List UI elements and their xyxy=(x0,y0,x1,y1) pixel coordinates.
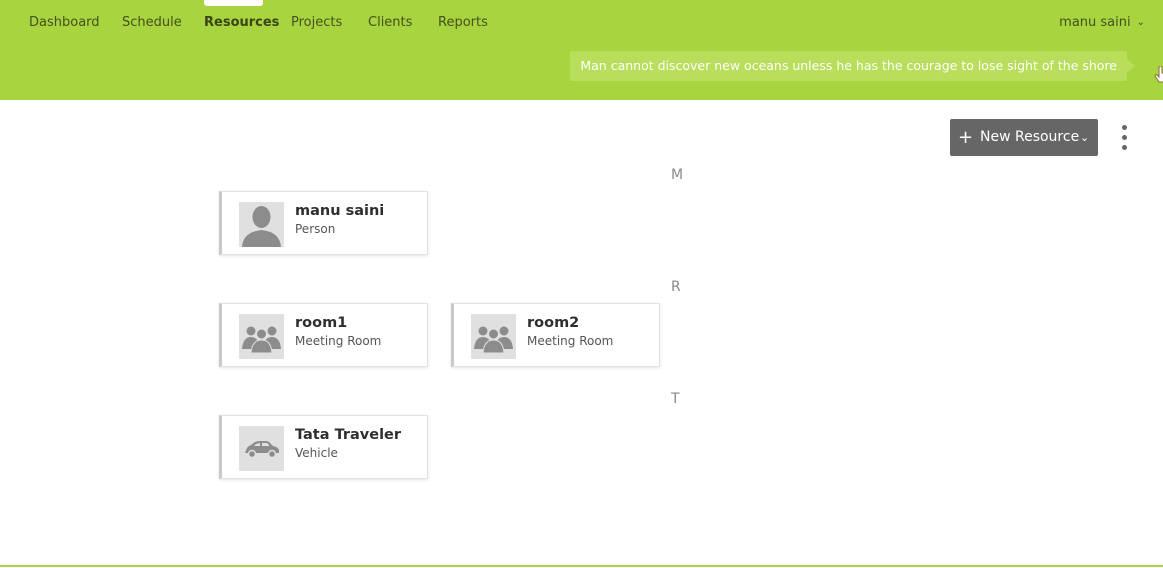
group-letter-t: T xyxy=(671,391,680,407)
new-resource-label: New Resource xyxy=(980,129,1080,145)
user-name: manu saini xyxy=(1059,15,1131,30)
group-icon xyxy=(239,314,284,359)
chevron-down-icon: ⌄ xyxy=(1136,17,1145,28)
resource-card[interactable]: manu saini Person xyxy=(219,191,428,255)
group-letter-m: M xyxy=(671,167,684,183)
nav-reports[interactable]: Reports xyxy=(438,15,488,30)
resource-card[interactable]: Tata Traveler Vehicle xyxy=(219,415,428,479)
group-letter-r: R xyxy=(671,279,681,295)
resource-name: manu saini xyxy=(295,203,385,219)
resource-type: Person xyxy=(295,222,336,236)
resource-type: Meeting Room xyxy=(527,334,614,348)
top-header: Dashboard Schedule Resources Projects Cl… xyxy=(0,0,1163,100)
nav-clients[interactable]: Clients xyxy=(368,15,412,30)
car-icon xyxy=(239,426,284,471)
footer-divider xyxy=(0,565,1163,567)
nav-dashboard[interactable]: Dashboard xyxy=(29,15,100,30)
quote-arrow xyxy=(1127,59,1135,73)
hand-cursor-icon xyxy=(1154,66,1163,83)
nav-schedule[interactable]: Schedule xyxy=(122,15,182,30)
resource-name: Tata Traveler xyxy=(295,427,402,443)
group-icon xyxy=(471,314,516,359)
nav-projects[interactable]: Projects xyxy=(291,15,342,30)
resource-card[interactable]: room2 Meeting Room xyxy=(451,303,660,367)
new-resource-button[interactable]: + New Resource ⌄ xyxy=(950,119,1098,156)
resource-name: room1 xyxy=(295,315,348,331)
resource-name: room2 xyxy=(527,315,580,331)
user-menu[interactable]: manu saini ⌄ xyxy=(1059,15,1145,30)
nav-resources[interactable]: Resources xyxy=(204,15,279,30)
plus-icon: + xyxy=(958,127,974,148)
resource-type: Vehicle xyxy=(295,446,338,460)
resource-card[interactable]: room1 Meeting Room xyxy=(219,303,428,367)
resource-type: Meeting Room xyxy=(295,334,382,348)
person-icon xyxy=(239,202,284,247)
active-tab-indicator xyxy=(204,0,263,6)
chevron-down-icon: ⌄ xyxy=(1080,131,1090,144)
quote-banner: Man cannot discover new oceans unless he… xyxy=(570,51,1127,81)
more-vertical-icon[interactable] xyxy=(1114,121,1134,155)
